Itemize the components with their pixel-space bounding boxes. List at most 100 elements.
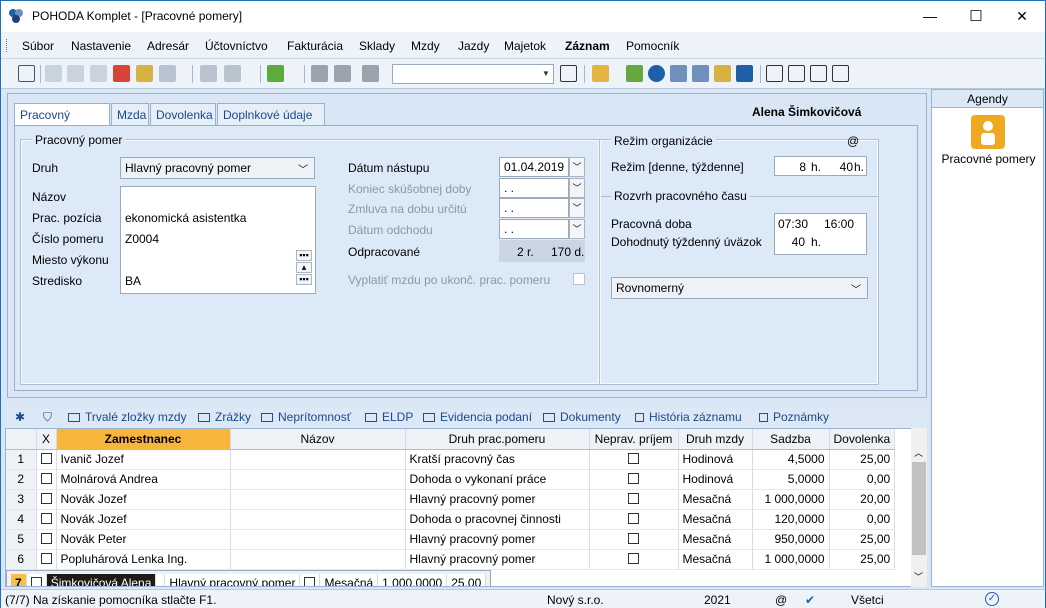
cell-dovolenka[interactable]: 25,00 <box>446 573 487 586</box>
cell-druh[interactable]: Hlavný pracovný pomer <box>405 549 590 570</box>
tab-mzda[interactable]: Mzda <box>111 103 149 125</box>
cell-sadzba[interactable]: 950,0000 <box>752 529 830 550</box>
agenda-person-icon[interactable] <box>970 114 1006 150</box>
print-preview-icon[interactable] <box>90 65 107 82</box>
cell-sadzba[interactable]: 1 000,0000 <box>377 573 448 586</box>
export-icon[interactable] <box>136 65 153 82</box>
tab-dovolenka[interactable]: Dovolenka <box>150 103 216 125</box>
druh-select[interactable]: Hlavný pracovný pomer ﹀ <box>120 157 315 179</box>
checkbox[interactable] <box>40 453 52 464</box>
row-number[interactable]: 5 <box>6 529 37 550</box>
cell-neprav[interactable] <box>589 529 679 550</box>
cell-dovolenka[interactable]: 25,00 <box>829 449 896 470</box>
cell-druh-mzdy[interactable]: Mesačná <box>678 509 753 530</box>
checkbox[interactable] <box>628 533 639 544</box>
cell-druh[interactable]: Kratší pracovný čas <box>405 449 590 470</box>
odchod-calendar-button[interactable]: ﹀ <box>569 219 585 239</box>
cell-zamestnanec[interactable]: Molnárová Andrea <box>56 469 231 490</box>
tab-nepritomnost[interactable]: Neprítomnosť <box>261 406 351 428</box>
col-header-druh-mzdy[interactable]: Druh mzdy <box>678 429 753 450</box>
tab-evidencia-podani[interactable]: Evidencia podaní <box>423 406 532 428</box>
cell-nazov[interactable] <box>230 529 406 550</box>
cell-nazov[interactable] <box>230 489 406 510</box>
nastup-field[interactable]: 01.04.2019 <box>499 157 569 177</box>
quick-filter-combo[interactable]: ▼ <box>392 64 554 84</box>
print-icon[interactable] <box>67 65 84 82</box>
cell-dovolenka[interactable]: 25,00 <box>829 529 896 550</box>
tab-poznamky[interactable]: Poznámky <box>759 406 829 428</box>
grid-scrollbar[interactable]: ︿ ﹀ <box>911 428 927 587</box>
table-row[interactable]: 4 Novák Jozef Dohoda o pracovnej činnosti M… <box>6 509 896 530</box>
table-row[interactable]: 7 Šimkovičová Alena Hlavný pracovný pomer M… <box>6 569 492 586</box>
filter-icon[interactable] <box>560 65 577 82</box>
calendar-icon[interactable] <box>670 65 687 82</box>
row-number[interactable]: 6 <box>6 549 37 570</box>
odchod-field[interactable]: . . <box>499 219 569 239</box>
cell-zamestnanec[interactable]: Novák Jozef <box>56 509 231 530</box>
check-icon[interactable] <box>224 65 241 82</box>
skusobna-calendar-button[interactable]: ﹀ <box>569 178 585 198</box>
note-icon[interactable] <box>810 65 827 82</box>
checkbox[interactable] <box>40 513 52 524</box>
checkbox[interactable] <box>628 493 639 504</box>
wrench-icon[interactable] <box>200 65 217 82</box>
cell-druh-mzdy[interactable]: Mesačná <box>678 549 753 570</box>
pozicia-field[interactable]: ekonomická asistentka <box>125 211 246 225</box>
cell-zamestnanec[interactable]: Novák Peter <box>56 529 231 550</box>
col-header-druh[interactable]: Druh prac.pomeru <box>405 429 590 450</box>
cell-neprav[interactable] <box>589 509 679 530</box>
iban-icon[interactable] <box>736 65 753 82</box>
row-number[interactable]: 4 <box>6 509 37 530</box>
cell-dovolenka[interactable]: 0,00 <box>829 509 896 530</box>
maximize-button[interactable]: ☐ <box>953 1 999 32</box>
cell-neprav[interactable] <box>589 449 679 470</box>
rezim-daily-field[interactable]: 8 <box>794 160 806 174</box>
cell-zamestnanec[interactable]: Šimkovičová Alena <box>46 573 157 586</box>
checkbox[interactable] <box>40 533 52 544</box>
cell-nazov[interactable] <box>155 573 166 586</box>
tab-historia[interactable]: História záznamu <box>635 406 742 428</box>
tab-trvale-zlozky[interactable]: Trvalé zložky mzdy <box>68 406 187 428</box>
delete-icon[interactable] <box>334 65 351 82</box>
stredisko-up-button[interactable]: ▴ <box>296 262 312 273</box>
menu-mzdy[interactable]: Mzdy <box>411 39 440 53</box>
cell-sadzba[interactable]: 120,0000 <box>752 509 830 530</box>
row-checkbox[interactable] <box>36 469 57 490</box>
menu-zaznam[interactable]: Záznam <box>565 39 610 53</box>
table-row[interactable]: 3 Novák Jozef Hlavný pracovný pomer Mesačná… <box>6 489 896 510</box>
minimize-button[interactable]: — <box>907 1 953 32</box>
menu-adresar[interactable]: Adresár <box>147 39 189 53</box>
row-number[interactable]: 3 <box>6 489 37 510</box>
cell-zamestnanec[interactable]: Ivanič Jozef <box>56 449 231 470</box>
checkbox[interactable] <box>628 453 639 464</box>
checkbox[interactable] <box>628 553 639 564</box>
list-icon[interactable] <box>788 65 805 82</box>
col-header-dovolenka[interactable]: Dovolenka <box>829 429 896 450</box>
stredisko-field[interactable]: BA <box>125 274 141 288</box>
col-header-sadzba[interactable]: Sadzba <box>752 429 830 450</box>
cell-neprav[interactable] <box>299 573 321 586</box>
menu-jazdy[interactable]: Jazdy <box>458 39 489 53</box>
cell-zamestnanec[interactable]: Novák Jozef <box>56 489 231 510</box>
table-row[interactable]: 5 Novák Peter Hlavný pracovný pomer Mesačná… <box>6 529 896 550</box>
cislo-field[interactable]: Z0004 <box>125 232 159 246</box>
col-header-x[interactable]: X <box>36 429 57 450</box>
coins-icon[interactable] <box>714 65 731 82</box>
copy-icon[interactable] <box>45 65 62 82</box>
cell-dovolenka[interactable]: 20,00 <box>829 489 896 510</box>
checkbox[interactable] <box>40 493 52 504</box>
row-checkbox[interactable] <box>26 573 47 586</box>
row-checkbox[interactable] <box>36 489 57 510</box>
row-number[interactable]: 1 <box>6 449 37 470</box>
zmluva-calendar-button[interactable]: ﹀ <box>569 198 585 218</box>
vyplatit-checkbox[interactable] <box>573 273 585 285</box>
filter-icon[interactable]: ⛉ <box>43 406 57 428</box>
tab-doplnkove-udaje[interactable]: Doplnkové údaje <box>217 103 325 125</box>
tab-dokumenty[interactable]: Dokumenty <box>543 406 621 428</box>
zmluva-field[interactable]: . . <box>499 198 569 218</box>
help-icon[interactable] <box>832 65 849 82</box>
cell-dovolenka[interactable]: 25,00 <box>829 549 896 570</box>
row-checkbox[interactable] <box>36 509 57 530</box>
checkbox[interactable] <box>628 513 639 524</box>
cell-neprav[interactable] <box>589 489 679 510</box>
